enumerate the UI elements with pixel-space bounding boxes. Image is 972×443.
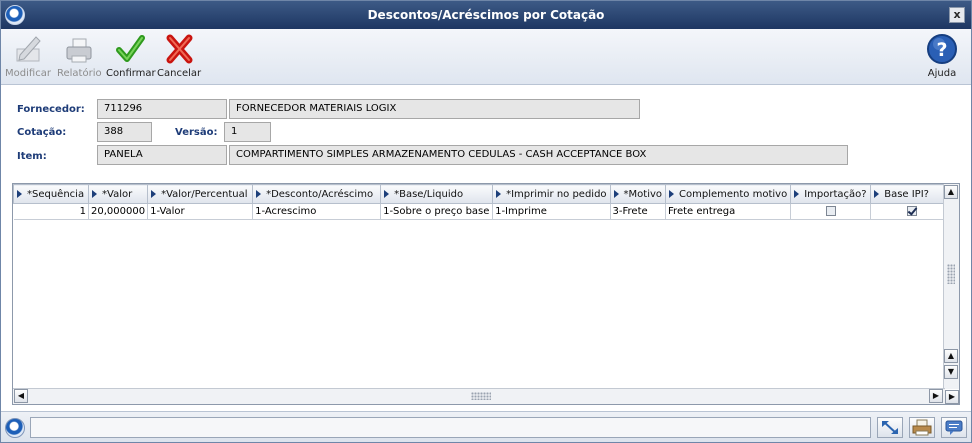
item-code-field[interactable]: PANELA bbox=[97, 145, 227, 165]
chat-bubble-icon bbox=[945, 420, 963, 435]
cotacao-field[interactable]: 388 bbox=[97, 122, 152, 142]
item-description-field[interactable]: COMPARTIMENTO SIMPLES ARMAZENAMENTO CEDU… bbox=[229, 145, 848, 165]
importacao-checkbox[interactable] bbox=[825, 206, 836, 216]
print-status-button[interactable] bbox=[909, 417, 935, 438]
cell-sequencia[interactable]: 1 bbox=[13, 203, 89, 220]
cell-complemento[interactable]: Frete entrega bbox=[665, 203, 792, 220]
status-bar bbox=[1, 411, 971, 442]
hscroll-grip-icon[interactable] bbox=[471, 392, 491, 400]
modify-button[interactable]: Modificar bbox=[5, 31, 51, 79]
sort-arrow-icon bbox=[874, 189, 880, 198]
cancel-button[interactable]: Cancelar bbox=[157, 31, 201, 79]
grid-table: *Sequência *Valor *Valor/Percentual *Des… bbox=[13, 184, 954, 220]
col-header-sequencia[interactable]: *Sequência bbox=[13, 184, 89, 204]
printer-icon bbox=[66, 38, 92, 63]
help-question-icon: ? bbox=[927, 34, 957, 64]
col-header-desconto-acrescimo[interactable]: *Desconto/Acréscimo bbox=[252, 184, 382, 204]
fornecedor-label: Fornecedor: bbox=[17, 104, 85, 115]
table-row[interactable]: 1 20,000000 1-Valor 1-Acrescimo 1-Sobre … bbox=[13, 203, 954, 220]
green-check-icon bbox=[116, 35, 145, 62]
status-message-field bbox=[30, 417, 871, 438]
col-header-label: *Base/Liquido bbox=[394, 188, 464, 200]
scroll-up-top-button[interactable]: ▲ bbox=[944, 185, 958, 199]
report-button[interactable]: Relatório bbox=[57, 31, 102, 79]
sort-arrow-icon bbox=[794, 189, 800, 198]
col-header-imprimir[interactable]: *Imprimir no pedido bbox=[492, 184, 611, 204]
sort-arrow-icon bbox=[17, 189, 22, 198]
col-header-complemento[interactable]: Complemento motivo bbox=[665, 184, 792, 204]
scroll-down-button[interactable]: ▼ bbox=[944, 365, 958, 379]
red-x-icon bbox=[166, 34, 193, 64]
col-header-label: *Imprimir no pedido bbox=[506, 188, 607, 200]
scroll-up-button[interactable]: ▲ bbox=[944, 349, 958, 363]
col-header-importacao[interactable]: Importação? bbox=[790, 184, 872, 204]
window-title: Descontos/Acréscimos por Cotação bbox=[367, 8, 605, 22]
report-button-label: Relatório bbox=[57, 68, 102, 79]
app-status-logo-icon bbox=[5, 418, 25, 438]
cotacao-label: Cotação: bbox=[17, 127, 67, 138]
sort-arrow-icon bbox=[256, 189, 262, 198]
dialog-window: Descontos/Acréscimos por Cotação x Modif… bbox=[0, 0, 972, 443]
base-ipi-checkbox[interactable] bbox=[906, 206, 917, 216]
versao-field[interactable]: 1 bbox=[224, 122, 271, 142]
col-header-valor[interactable]: *Valor bbox=[87, 184, 149, 204]
cell-valor-percentual[interactable]: 1-Valor bbox=[147, 203, 254, 220]
confirm-button-label: Confirmar bbox=[106, 68, 156, 79]
scroll-right-corner-button[interactable]: ▶ bbox=[945, 390, 959, 404]
resize-arrow-button[interactable] bbox=[877, 417, 903, 438]
title-bar: Descontos/Acréscimos por Cotação x bbox=[1, 1, 971, 29]
sort-arrow-icon bbox=[151, 189, 157, 198]
col-header-label: Importação? bbox=[804, 188, 867, 200]
toolbar: Modificar Relatório Confirmar Cancelar ?… bbox=[1, 29, 971, 85]
scroll-grip-icon[interactable] bbox=[947, 264, 955, 284]
cell-motivo[interactable]: 3-Frete bbox=[610, 203, 667, 220]
col-header-label: Complemento motivo bbox=[679, 188, 788, 200]
item-label: Item: bbox=[17, 151, 47, 162]
col-header-base-ipi[interactable]: Base IPI? bbox=[870, 184, 954, 204]
col-header-label: *Sequência bbox=[27, 188, 85, 200]
modify-button-label: Modificar bbox=[5, 68, 51, 79]
help-button-label: Ajuda bbox=[927, 68, 957, 79]
col-header-motivo[interactable]: *Motivo bbox=[609, 184, 667, 204]
cell-importacao[interactable] bbox=[790, 203, 872, 220]
col-header-valor-percentual[interactable]: *Valor/Percentual bbox=[147, 184, 254, 204]
messages-button[interactable] bbox=[941, 417, 967, 438]
cell-base-ipi[interactable] bbox=[870, 203, 954, 220]
diagonal-arrow-icon bbox=[882, 421, 898, 434]
col-header-label: *Valor/Percentual bbox=[161, 188, 248, 200]
horizontal-scrollbar[interactable]: ◀ ▶ bbox=[13, 388, 945, 404]
printer-small-icon bbox=[912, 419, 932, 436]
col-header-label: *Desconto/Acréscimo bbox=[266, 188, 374, 200]
sort-arrow-icon bbox=[384, 189, 390, 198]
cell-valor[interactable]: 20,000000 bbox=[88, 203, 149, 220]
col-header-label: *Motivo bbox=[623, 188, 663, 200]
col-header-label: *Valor bbox=[102, 188, 133, 200]
cell-desconto-acrescimo[interactable]: 1-Acrescimo bbox=[252, 203, 382, 220]
discount-grid: *Sequência *Valor *Valor/Percentual *Des… bbox=[12, 183, 960, 405]
close-button[interactable]: x bbox=[949, 7, 965, 23]
fornecedor-code-field[interactable]: 711296 bbox=[97, 99, 227, 119]
header-form: Fornecedor: 711296 FORNECEDOR MATERIAIS … bbox=[1, 86, 971, 181]
scroll-right-button[interactable]: ▶ bbox=[929, 389, 943, 403]
edit-pencil-icon bbox=[16, 36, 41, 62]
svg-text:?: ? bbox=[936, 39, 947, 61]
sort-arrow-icon bbox=[669, 189, 675, 198]
vertical-scrollbar[interactable]: ▲ ▲ ▼ bbox=[943, 184, 959, 389]
help-button[interactable]: ? Ajuda bbox=[923, 31, 961, 79]
grid-header-row: *Sequência *Valor *Valor/Percentual *Des… bbox=[13, 184, 954, 204]
sort-arrow-icon bbox=[92, 189, 97, 198]
versao-label: Versão: bbox=[175, 127, 218, 138]
sort-arrow-icon bbox=[613, 189, 619, 198]
fornecedor-name-field[interactable]: FORNECEDOR MATERIAIS LOGIX bbox=[229, 99, 640, 119]
sort-arrow-icon bbox=[496, 189, 502, 198]
cancel-button-label: Cancelar bbox=[157, 68, 202, 79]
cell-base-liquido[interactable]: 1-Sobre o preço base bbox=[380, 203, 494, 220]
scroll-left-button[interactable]: ◀ bbox=[14, 389, 28, 403]
col-header-base-liquido[interactable]: *Base/Liquido bbox=[380, 184, 494, 204]
col-header-label: Base IPI? bbox=[884, 188, 929, 200]
cell-imprimir[interactable]: 1-Imprime bbox=[492, 203, 611, 220]
confirm-button[interactable]: Confirmar bbox=[106, 31, 156, 79]
